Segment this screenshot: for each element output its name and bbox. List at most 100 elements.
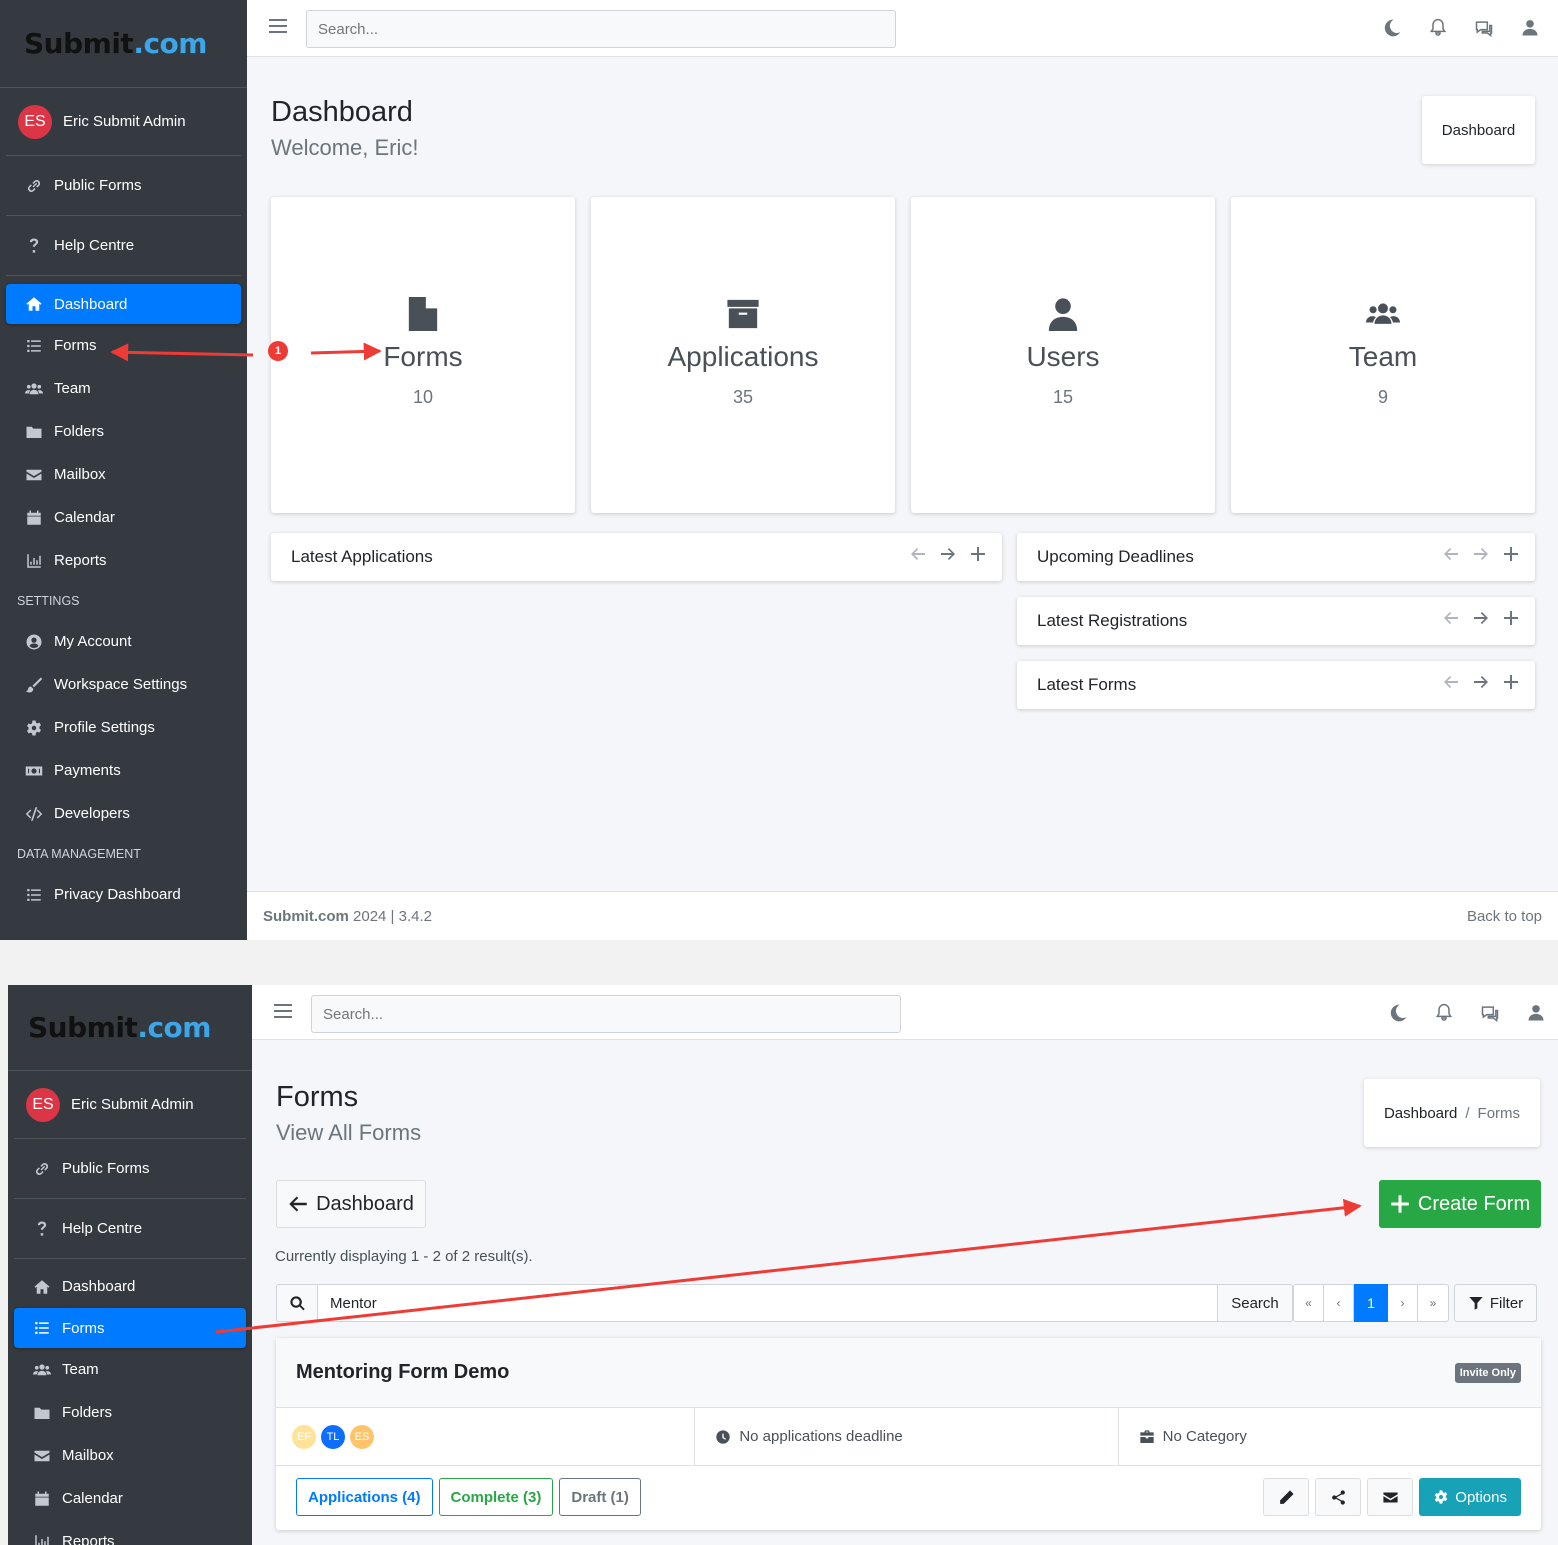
sidebar-item-help-centre[interactable]: Help Centre [14,1199,246,1259]
back-to-top-link[interactable]: Back to top [1467,908,1542,925]
sidebar-item-team[interactable]: Team [6,367,241,410]
draft-button[interactable]: Draft (1) [559,1478,641,1516]
moon-icon[interactable] [1382,18,1402,43]
sidebar-item-dashboard[interactable]: Dashboard [6,284,241,324]
arrow-right-icon[interactable] [1473,674,1489,695]
panel-latest-applications: Latest Applications [271,533,1002,581]
applications-button[interactable]: Applications (4) [296,1478,433,1516]
stat-card-team[interactable]: Team 9 [1231,197,1535,513]
sidebar-item-public-forms[interactable]: Public Forms [6,156,241,216]
complete-button[interactable]: Complete (3) [438,1478,554,1516]
avatar[interactable]: EF [292,1424,316,1449]
comments-icon[interactable] [1480,1003,1500,1028]
filter-button[interactable]: Filter [1454,1284,1537,1322]
breadcrumb-item-dashboard[interactable]: Dashboard [1442,122,1515,139]
edit-button[interactable] [1263,1478,1310,1516]
plus-icon[interactable] [970,546,986,567]
brand-logo[interactable]: Submit.com [0,0,247,88]
user-name: Eric Submit Admin [63,113,186,130]
pagination-page-1[interactable]: 1 [1354,1284,1388,1322]
arrow-left-icon[interactable] [910,546,926,567]
data-management-header: DATA MANAGEMENT [17,847,141,861]
moon-icon[interactable] [1388,1003,1408,1028]
sidebar-item-forms[interactable]: Forms [14,1308,246,1348]
user-menu-icon[interactable] [1526,1003,1546,1028]
arrow-left-icon [289,1196,307,1212]
sidebar-item-mailbox[interactable]: Mailbox [14,1434,246,1477]
sidebar-item-my-account[interactable]: My Account [6,620,241,663]
sidebar-item-help-centre[interactable]: Help Centre [6,216,241,276]
email-button[interactable] [1367,1478,1414,1516]
bell-icon[interactable] [1434,1003,1454,1028]
sidebar-item-reports[interactable]: Reports [14,1520,246,1545]
share-button[interactable] [1315,1478,1362,1516]
folder-icon [24,422,44,442]
form-card-meta: EF TL ES No applications deadline No Cat… [276,1408,1541,1466]
comments-icon[interactable] [1474,18,1494,43]
pagination-last[interactable]: » [1418,1284,1449,1322]
stat-card-applications[interactable]: Applications 35 [591,197,895,513]
page-title: Forms [276,1081,359,1113]
back-to-dashboard-button[interactable]: Dashboard [276,1180,426,1228]
sidebar-item-public-forms[interactable]: Public Forms [14,1139,246,1199]
arrow-left-icon[interactable] [1443,610,1459,631]
user-icon [911,297,1215,331]
plus-icon[interactable] [1503,610,1519,631]
avatar[interactable]: ES [350,1424,374,1449]
panel-latest-forms: Latest Forms [1017,661,1535,709]
question-icon [24,236,44,256]
sidebar-item-calendar[interactable]: Calendar [14,1477,246,1520]
search-input[interactable] [311,995,901,1033]
pagination-next[interactable]: › [1388,1284,1418,1322]
sidebar-item-team[interactable]: Team [14,1348,246,1391]
sidebar-item-profile-settings[interactable]: Profile Settings [6,706,241,749]
search-bar: Mentor Search [276,1284,1293,1322]
sidebar-item-calendar[interactable]: Calendar [6,496,241,539]
plus-icon[interactable] [1503,546,1519,567]
arrow-right-icon[interactable] [1473,610,1489,631]
stat-card-forms[interactable]: Forms 10 [271,197,575,513]
sidebar-item-workspace-settings[interactable]: Workspace Settings [6,663,241,706]
breadcrumb-item-dashboard[interactable]: Dashboard [1384,1105,1457,1122]
form-title[interactable]: Mentoring Form Demo [296,1361,509,1384]
category-cell: No Category [1119,1408,1541,1465]
sidebar-item-developers[interactable]: Developers [6,792,241,835]
brand-logo[interactable]: Submit.com [8,985,252,1071]
user-menu-icon[interactable] [1520,18,1540,43]
create-form-button[interactable]: Create Form [1379,1180,1541,1228]
plus-icon[interactable] [1503,674,1519,695]
sidebar-item-forms[interactable]: Forms [6,324,241,367]
sidebar-item-privacy-dashboard[interactable]: Privacy Dashboard [6,873,241,916]
arrow-right-icon[interactable] [940,546,956,567]
sidebar-item-mailbox[interactable]: Mailbox [6,453,241,496]
sidebar-item-reports[interactable]: Reports [6,539,241,582]
panel-title: Latest Registrations [1037,611,1188,630]
search-input[interactable] [306,10,896,48]
bell-icon[interactable] [1428,18,1448,43]
hamburger-menu-icon[interactable] [274,1004,292,1022]
avatar[interactable]: TL [321,1424,345,1449]
breadcrumb: Dashboard / Forms [1364,1079,1540,1147]
sidebar-user[interactable]: ES Eric Submit Admin [6,88,241,156]
sidebar-user[interactable]: ES Eric Submit Admin [14,1071,246,1139]
pagination-first[interactable]: « [1293,1284,1324,1322]
calendar-icon [32,1489,52,1509]
envelope-icon [1383,1492,1398,1502]
footer-brand[interactable]: Submit.com [263,908,349,925]
pagination-prev[interactable]: ‹ [1324,1284,1354,1322]
list-icon [24,885,44,905]
options-button[interactable]: Options [1419,1478,1521,1516]
sidebar-item-payments[interactable]: Payments [6,749,241,792]
search-button[interactable]: Search [1218,1284,1293,1322]
arrow-right-icon[interactable] [1473,546,1489,567]
top-navbar [247,0,1558,57]
hamburger-menu-icon[interactable] [269,19,287,37]
stat-card-users[interactable]: Users 15 [911,197,1215,513]
sidebar-item-dashboard[interactable]: Dashboard [14,1265,246,1308]
sidebar-item-folders[interactable]: Folders [6,410,241,453]
users-icon [24,379,44,399]
sidebar-item-folders[interactable]: Folders [14,1391,246,1434]
arrow-left-icon[interactable] [1443,674,1459,695]
forms-search-input[interactable]: Mentor [318,1284,1218,1322]
arrow-left-icon[interactable] [1443,546,1459,567]
